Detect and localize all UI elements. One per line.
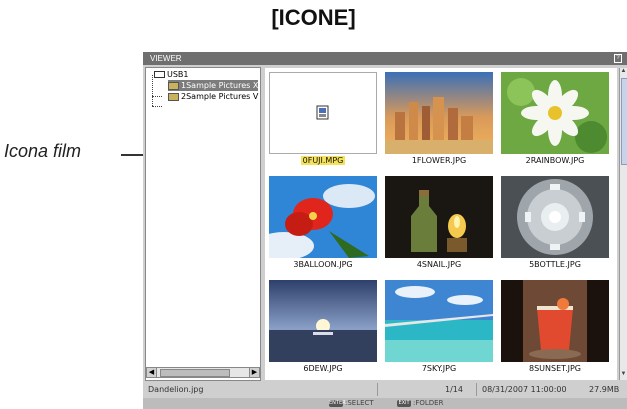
folder-hint: :FOLDER	[413, 399, 444, 407]
thumbnail-name: 3BALLOON.JPG	[293, 260, 353, 269]
callout-label: Icona film	[4, 141, 82, 161]
drive-icon	[154, 71, 165, 78]
thumbnail-item[interactable]: 4SNAIL.JPG	[383, 174, 495, 277]
page-heading: [ICONE]	[271, 5, 356, 30]
photo-thumbnail	[269, 280, 377, 362]
thumbnail-item[interactable]: 0FUJI.MPG	[267, 70, 379, 173]
thumbnail-name: 7SKY.JPG	[421, 364, 457, 373]
photo-thumbnail	[385, 176, 493, 258]
scroll-down-icon[interactable]: ▼	[620, 371, 627, 380]
photo-thumbnail	[385, 72, 493, 154]
status-bar: Dandelion.jpg 1/14 08/31/2007 11:00:00 2…	[143, 382, 627, 397]
thumbnail-name: 8SUNSET.JPG	[528, 364, 581, 373]
thumbnail-item[interactable]: 3BALLOON.JPG	[254, 174, 379, 277]
thumbnail-name: 1FLOWER.JPG	[411, 156, 467, 165]
film-icon	[316, 105, 329, 120]
scroll-thumb[interactable]	[160, 369, 230, 377]
thumbnail-item[interactable]: 8SUNSET.JPG	[499, 278, 611, 381]
help-icon[interactable]: ?	[614, 54, 622, 63]
thumbnail-item[interactable]: 2RAINBOW.JPG	[499, 70, 611, 173]
key-hints-bar: ENTER :SELECT EXIT :FOLDER	[143, 398, 627, 409]
thumbnail-item[interactable]: 5BOTTLE.JPG	[499, 174, 611, 277]
scroll-thumb[interactable]	[621, 78, 627, 165]
tree-connector	[152, 75, 153, 106]
tree-root-usb1[interactable]: USB1	[154, 69, 189, 80]
thumbnail-name: 4SNAIL.JPG	[416, 260, 462, 269]
exit-key-icon: EXIT	[397, 400, 411, 407]
viewer-window: VIEWER ? USB1 1Sample Pictures X 2Sample…	[143, 52, 627, 409]
select-hint: :SELECT	[345, 399, 374, 407]
scroll-left-icon[interactable]: ◀	[147, 368, 157, 377]
status-size: 27.9MB	[589, 385, 620, 394]
tree-connector	[152, 106, 162, 107]
thumbnail-name: 5BOTTLE.JPG	[529, 260, 581, 269]
status-divider	[476, 383, 477, 396]
title-bar: VIEWER ?	[143, 52, 627, 65]
folder-open-icon	[168, 81, 179, 90]
photo-thumbnail	[501, 72, 609, 154]
window-title: VIEWER	[150, 54, 182, 63]
status-count: 1/14	[445, 385, 463, 394]
folder-icon	[168, 92, 179, 101]
scroll-up-icon[interactable]: ▲	[620, 68, 627, 77]
tree-root-label: USB1	[167, 70, 189, 79]
status-filename: Dandelion.jpg	[148, 385, 204, 394]
photo-thumbnail	[385, 280, 493, 362]
folder-tree: USB1 1Sample Pictures X 2Sample Pictures…	[145, 67, 261, 381]
thumbnail-item[interactable]: 6DEW.JPG	[267, 278, 379, 381]
tree-connector	[152, 96, 162, 97]
scroll-right-icon[interactable]: ▶	[249, 368, 259, 377]
tree-folder-1[interactable]: 1Sample Pictures X	[168, 80, 259, 91]
tree-horizontal-scrollbar[interactable]: ◀ ▶	[146, 367, 260, 378]
thumbnail-name: 0FUJI.MPG	[300, 156, 346, 165]
tree-folder-label: 1Sample Pictures X	[181, 81, 259, 90]
tree-folder-label: 2Sample Pictures V	[181, 92, 259, 101]
status-divider	[377, 383, 378, 396]
tree-folder-2[interactable]: 2Sample Pictures V	[168, 91, 258, 102]
thumbnail-item[interactable]: 1FLOWER.JPG	[383, 70, 495, 173]
enter-key-icon: ENTER	[329, 400, 346, 407]
grid-vertical-scrollbar[interactable]: ▲ ▼	[619, 68, 627, 380]
photo-thumbnail	[501, 176, 609, 258]
thumbnail-name: 2RAINBOW.JPG	[525, 156, 585, 165]
movie-thumbnail	[269, 72, 377, 154]
photo-thumbnail	[254, 176, 377, 260]
photo-thumbnail	[501, 280, 609, 362]
thumbnail-name: 6DEW.JPG	[303, 364, 343, 373]
thumbnail-item[interactable]: 7SKY.JPG	[383, 278, 495, 381]
status-datetime: 08/31/2007 11:00:00	[482, 385, 567, 394]
thumbnail-grid: 0FUJI.MPG 1FLOWER.JPG 2RAINBOW.JPG 3BALL…	[254, 68, 617, 381]
